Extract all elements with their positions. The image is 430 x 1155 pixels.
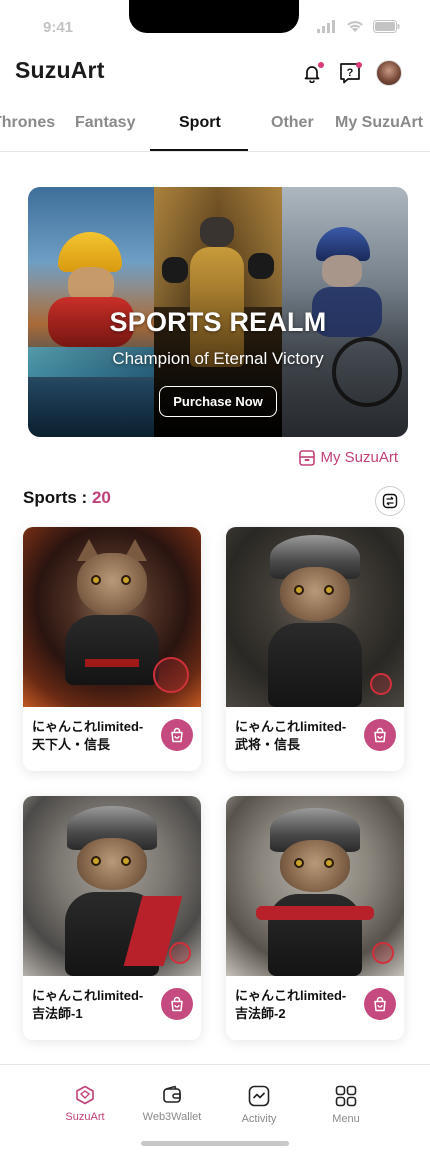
tab-my-suzuart[interactable]: My SuzuArt: [335, 114, 423, 132]
banner-subtitle: Champion of Eternal Victory: [112, 349, 324, 368]
app-title: SuzuArt: [15, 57, 105, 83]
section-count: 20: [91, 488, 111, 507]
active-tab-indicator: [150, 149, 248, 151]
avatar[interactable]: [376, 60, 402, 86]
category-tabs: Thrones Fantasy Sport Other My SuzuArt: [0, 100, 430, 152]
svg-text:?: ?: [347, 67, 354, 79]
cube-icon: [76, 1085, 94, 1105]
section-label: Sports :: [23, 488, 88, 507]
wallet-icon: [163, 1085, 181, 1103]
section-title: Sports : 20: [23, 488, 111, 508]
buy-button[interactable]: [161, 988, 193, 1020]
nft-image-samurai-cat: [23, 527, 201, 707]
nav-menu[interactable]: Menu: [306, 1085, 386, 1125]
nft-image-warlord-cat: [226, 527, 404, 707]
signal-icon: [317, 20, 335, 33]
tab-other[interactable]: Other: [271, 114, 314, 132]
shopping-bag-icon: [374, 727, 386, 743]
banner-title: SPORTS REALM: [109, 307, 327, 337]
nav-label: SuzuArt: [65, 1111, 105, 1123]
notification-dot: [318, 62, 324, 68]
featured-banner[interactable]: SPORTS REALM Champion of Eternal Victory…: [28, 187, 408, 437]
tab-sport[interactable]: Sport: [179, 114, 221, 132]
battery-icon: [373, 20, 400, 33]
nav-activity[interactable]: Activity: [219, 1085, 299, 1125]
status-bar: 9:41: [0, 0, 430, 50]
tab-thrones[interactable]: Thrones: [0, 114, 55, 132]
sort-icon: [382, 493, 398, 509]
nft-image-kitten-samurai-1: [23, 796, 201, 976]
activity-icon: [248, 1085, 270, 1107]
device-notch: [129, 0, 299, 33]
nav-web3wallet[interactable]: Web3Wallet: [132, 1085, 212, 1123]
help-button[interactable]: ?: [338, 61, 362, 85]
nft-name: にゃんこれlimited- 吉法師-2: [235, 988, 347, 1021]
nav-label: Menu: [332, 1113, 360, 1125]
sort-filter-button[interactable]: [375, 486, 405, 516]
purchase-now-button[interactable]: Purchase Now: [159, 386, 277, 417]
wifi-icon: [347, 21, 363, 32]
nft-card[interactable]: にゃんこれlimited- 武将・信長: [226, 527, 404, 771]
nft-name: にゃんこれlimited- 天下人・信長: [32, 719, 144, 752]
collection-icon: [299, 449, 316, 466]
shopping-bag-icon: [374, 996, 386, 1012]
nav-suzuart[interactable]: SuzuArt: [45, 1085, 125, 1123]
nft-name: にゃんこれlimited- 武将・信長: [235, 719, 347, 752]
nav-label: Web3Wallet: [142, 1111, 202, 1123]
buy-button[interactable]: [364, 719, 396, 751]
status-icons: [317, 20, 400, 33]
nft-card[interactable]: にゃんこれlimited- 吉法師-2: [226, 796, 404, 1040]
nft-card[interactable]: にゃんこれlimited- 天下人・信長: [23, 527, 201, 771]
tab-fantasy[interactable]: Fantasy: [75, 114, 135, 132]
my-suzuart-link-label: My SuzuArt: [320, 449, 398, 466]
buy-button[interactable]: [161, 719, 193, 751]
nav-label: Activity: [241, 1113, 277, 1125]
nft-card[interactable]: にゃんこれlimited- 吉法師-1: [23, 796, 201, 1040]
help-dot: [356, 62, 362, 68]
shopping-bag-icon: [171, 996, 183, 1012]
notification-button[interactable]: [300, 61, 324, 85]
nft-name: にゃんこれlimited- 吉法師-1: [32, 988, 144, 1021]
shopping-bag-icon: [171, 727, 183, 743]
grid-icon: [335, 1085, 357, 1107]
home-indicator: [141, 1141, 289, 1146]
nft-image-kitten-samurai-2: [226, 796, 404, 976]
header-actions: ?: [300, 60, 402, 86]
status-time: 9:41: [43, 19, 74, 36]
buy-button[interactable]: [364, 988, 396, 1020]
my-suzuart-link[interactable]: My SuzuArt: [299, 449, 398, 466]
